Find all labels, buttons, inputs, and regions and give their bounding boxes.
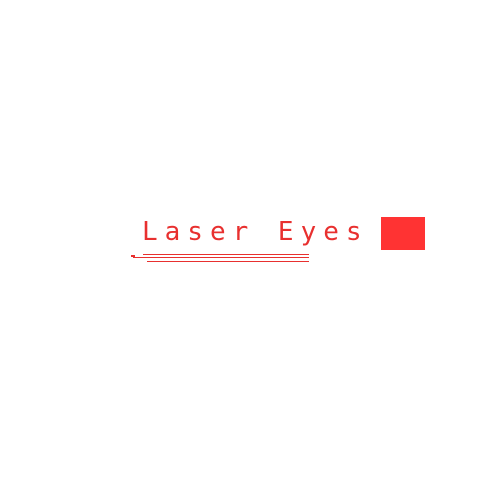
canvas: Laser Eyes [0,0,500,500]
red-square-mark [381,217,425,250]
logo-title: Laser Eyes [142,217,369,247]
laser-line-top [143,254,309,255]
laser-line-middle [133,257,309,258]
laser-line-bottom [147,261,309,262]
